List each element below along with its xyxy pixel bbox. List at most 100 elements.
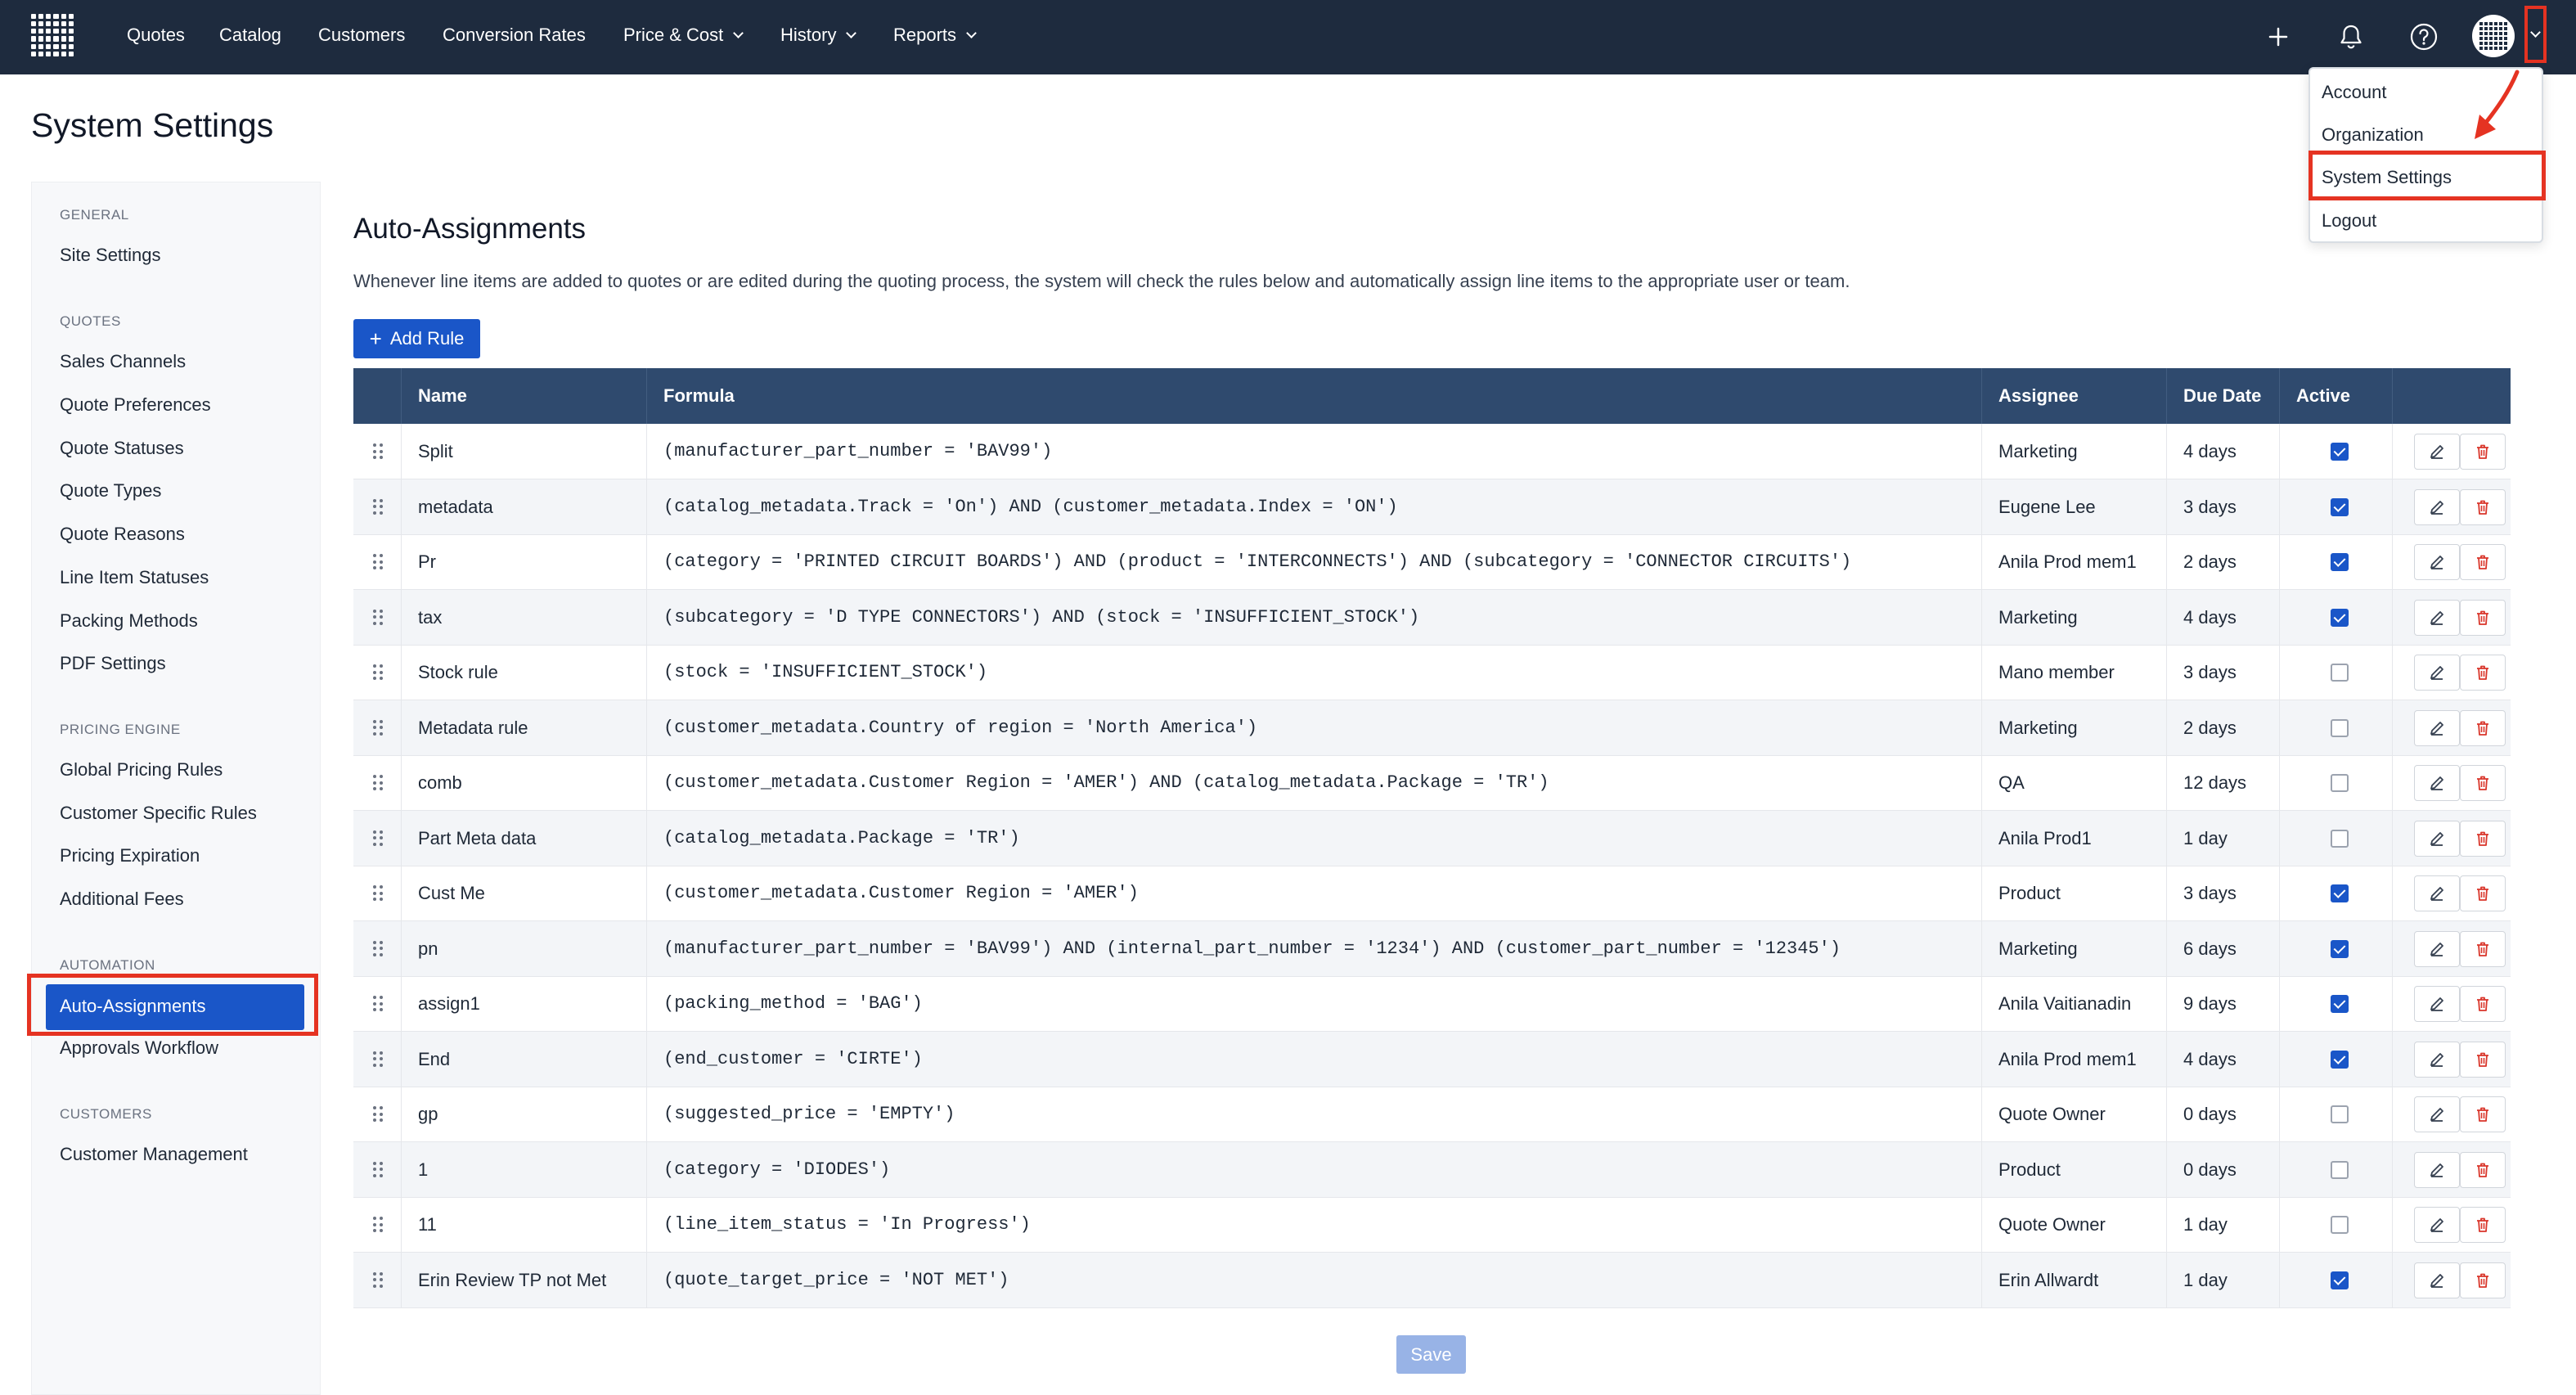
column-header-name[interactable]: Name (401, 368, 646, 424)
edit-icon[interactable] (2414, 655, 2460, 691)
drag-handle-icon[interactable] (373, 775, 383, 791)
add-rule-button[interactable]: + Add Rule (353, 319, 480, 358)
active-checkbox[interactable] (2331, 1105, 2349, 1123)
drag-handle-icon[interactable] (373, 1051, 383, 1068)
drag-handle-icon[interactable] (373, 498, 383, 515)
edit-icon[interactable] (2414, 1096, 2460, 1132)
menu-item-logout[interactable]: Logout (2322, 210, 2376, 232)
trash-icon[interactable] (2460, 1151, 2506, 1188)
sidebar-item-approvals-workflow[interactable]: Approvals Workflow (60, 1037, 218, 1059)
drag-handle-icon[interactable] (373, 554, 383, 570)
active-checkbox[interactable] (2331, 884, 2349, 902)
sidebar-item-customer-management[interactable]: Customer Management (60, 1144, 248, 1165)
edit-icon[interactable] (2414, 1262, 2460, 1298)
drag-handle-icon[interactable] (373, 830, 383, 847)
drag-handle-icon[interactable] (373, 1106, 383, 1123)
drag-handle-icon[interactable] (373, 664, 383, 681)
trash-icon[interactable] (2460, 655, 2506, 691)
sidebar-item-line-item-statuses[interactable]: Line Item Statuses (60, 567, 209, 588)
trash-icon[interactable] (2460, 709, 2506, 746)
column-header-assignee[interactable]: Assignee (1981, 368, 2166, 424)
nav-history[interactable]: History (780, 0, 857, 74)
trash-icon[interactable] (2460, 1096, 2506, 1132)
drag-handle-icon[interactable] (373, 1161, 383, 1178)
trash-icon[interactable] (2460, 820, 2506, 857)
edit-icon[interactable] (2414, 1151, 2460, 1188)
trash-icon[interactable] (2460, 488, 2506, 525)
active-checkbox[interactable] (2331, 829, 2349, 848)
sidebar-item-quote-statuses[interactable]: Quote Statuses (60, 438, 184, 459)
edit-icon[interactable] (2414, 434, 2460, 470)
drag-handle-icon[interactable] (373, 443, 383, 460)
nav-price-cost[interactable]: Price & Cost (623, 0, 744, 74)
trash-icon[interactable] (2460, 986, 2506, 1022)
sidebar-item-quote-types[interactable]: Quote Types (60, 480, 161, 502)
active-checkbox[interactable] (2331, 1216, 2349, 1234)
trash-icon[interactable] (2460, 544, 2506, 580)
sidebar-item-sales-channels[interactable]: Sales Channels (60, 351, 186, 372)
active-checkbox[interactable] (2331, 995, 2349, 1013)
active-checkbox[interactable] (2331, 1271, 2349, 1289)
edit-icon[interactable] (2414, 709, 2460, 746)
trash-icon[interactable] (2460, 1207, 2506, 1243)
sidebar-item-global-pricing-rules[interactable]: Global Pricing Rules (60, 759, 223, 781)
save-button[interactable]: Save (1396, 1335, 1466, 1374)
nav-conversion-rates[interactable]: Conversion Rates (443, 0, 586, 74)
user-avatar[interactable] (2472, 15, 2515, 57)
trash-icon[interactable] (2460, 765, 2506, 801)
menu-item-account[interactable]: Account (2322, 82, 2387, 103)
column-header-active[interactable]: Active (2279, 368, 2392, 424)
edit-icon[interactable] (2414, 875, 2460, 911)
bell-icon[interactable] (2332, 18, 2370, 56)
edit-icon[interactable] (2414, 1041, 2460, 1078)
sidebar-item-packing-methods[interactable]: Packing Methods (60, 610, 198, 632)
active-checkbox[interactable] (2331, 774, 2349, 792)
nav-quotes[interactable]: Quotes (127, 0, 185, 74)
trash-icon[interactable] (2460, 1262, 2506, 1298)
sidebar-item-additional-fees[interactable]: Additional Fees (60, 889, 184, 910)
active-checkbox[interactable] (2331, 443, 2349, 461)
sidebar-item-pdf-settings[interactable]: PDF Settings (60, 653, 166, 674)
trash-icon[interactable] (2460, 930, 2506, 967)
active-checkbox[interactable] (2331, 1050, 2349, 1069)
user-menu-toggle[interactable] (2524, 6, 2547, 63)
sidebar-item-pricing-expiration[interactable]: Pricing Expiration (60, 845, 200, 866)
edit-icon[interactable] (2414, 930, 2460, 967)
nav-catalog[interactable]: Catalog (219, 0, 281, 74)
column-header-formula[interactable]: Formula (646, 368, 1981, 424)
sidebar-item-quote-preferences[interactable]: Quote Preferences (60, 394, 211, 416)
help-icon[interactable] (2405, 18, 2443, 56)
nav-reports[interactable]: Reports (893, 0, 977, 74)
menu-item-organization[interactable]: Organization (2322, 124, 2424, 146)
active-checkbox[interactable] (2331, 939, 2349, 958)
sidebar-item-site-settings[interactable]: Site Settings (60, 245, 161, 266)
active-checkbox[interactable] (2331, 608, 2349, 627)
edit-icon[interactable] (2414, 488, 2460, 525)
nav-customers[interactable]: Customers (318, 0, 405, 74)
drag-handle-icon[interactable] (373, 609, 383, 626)
active-checkbox[interactable] (2331, 553, 2349, 571)
edit-icon[interactable] (2414, 599, 2460, 636)
edit-icon[interactable] (2414, 1207, 2460, 1243)
active-checkbox[interactable] (2331, 497, 2349, 516)
edit-icon[interactable] (2414, 820, 2460, 857)
active-checkbox[interactable] (2331, 664, 2349, 682)
drag-handle-icon[interactable] (373, 940, 383, 957)
drag-handle-icon[interactable] (373, 1217, 383, 1233)
trash-icon[interactable] (2460, 875, 2506, 911)
plus-icon[interactable] (2259, 18, 2297, 56)
drag-handle-icon[interactable] (373, 1271, 383, 1289)
active-checkbox[interactable] (2331, 1160, 2349, 1179)
active-checkbox[interactable] (2331, 718, 2349, 737)
trash-icon[interactable] (2460, 599, 2506, 636)
sidebar-item-quote-reasons[interactable]: Quote Reasons (60, 524, 185, 545)
trash-icon[interactable] (2460, 434, 2506, 470)
edit-icon[interactable] (2414, 765, 2460, 801)
app-logo-icon[interactable] (31, 14, 74, 56)
drag-handle-icon[interactable] (373, 719, 383, 736)
edit-icon[interactable] (2414, 544, 2460, 580)
column-header-due-date[interactable]: Due Date (2166, 368, 2279, 424)
sidebar-item-customer-specific-rules[interactable]: Customer Specific Rules (60, 803, 257, 824)
drag-handle-icon[interactable] (373, 885, 383, 902)
edit-icon[interactable] (2414, 986, 2460, 1022)
